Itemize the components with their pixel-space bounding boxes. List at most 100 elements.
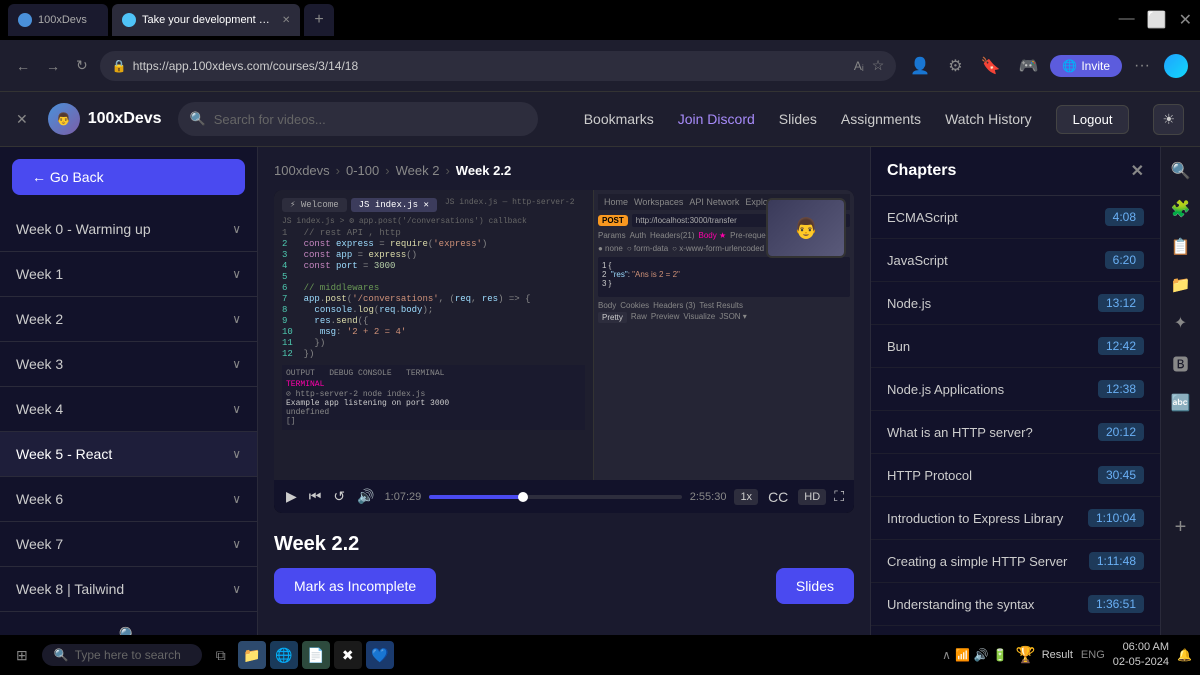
chapter-item-ecmascript[interactable]: ECMAScript 4:08: [871, 196, 1160, 239]
tray-wifi[interactable]: 📶: [955, 648, 970, 662]
header-nav: Bookmarks Join Discord Slides Assignment…: [584, 104, 1184, 135]
breadcrumb-week2[interactable]: Week 2: [396, 163, 440, 178]
url-input[interactable]: 🔒 https://app.100xdevs.com/courses/3/14/…: [100, 51, 897, 81]
logo-text: 100xDevs: [88, 110, 162, 128]
theme-toggle-button[interactable]: ☀: [1153, 104, 1184, 135]
rs-collections-icon[interactable]: 📁: [1165, 269, 1197, 301]
chapter-item-http-protocol[interactable]: HTTP Protocol 30:45: [871, 454, 1160, 497]
sidebar-item-week2[interactable]: Week 2 ∨: [0, 297, 257, 342]
chapter-item-syntax[interactable]: Understanding the syntax 1:36:51: [871, 583, 1160, 626]
logo-close-x[interactable]: ✕: [16, 111, 28, 128]
sidebar-item-week0[interactable]: Week 0 - Warming up ∨: [0, 207, 257, 252]
taskbar-app-notepad[interactable]: 📄: [302, 641, 330, 669]
tab2-close[interactable]: ✕: [282, 15, 290, 26]
sidebar-item-week6[interactable]: Week 6 ∨: [0, 477, 257, 522]
notification-btn[interactable]: 🔔: [1177, 648, 1192, 662]
browser-chrome: 100xDevs Take your development skills fr…: [0, 0, 1200, 675]
chapter-item-simple-server[interactable]: Creating a simple HTTP Server 1:11:48: [871, 540, 1160, 583]
browser-tab-2[interactable]: Take your development skills fro... ✕: [112, 4, 300, 36]
result-label: Result: [1042, 649, 1073, 661]
breadcrumb-root[interactable]: 100xdevs: [274, 163, 330, 178]
back-btn[interactable]: ←: [12, 54, 34, 78]
logout-button[interactable]: Logout: [1056, 105, 1130, 134]
breadcrumb-0-100[interactable]: 0-100: [346, 163, 379, 178]
nav-slides[interactable]: Slides: [779, 111, 817, 127]
extension-icon[interactable]: ⚙: [942, 54, 968, 78]
week5-label: Week 5 - React: [16, 446, 112, 462]
chapter-time: 30:45: [1098, 466, 1144, 484]
progress-bar[interactable]: [429, 495, 681, 499]
edge-sidebar-icon[interactable]: [1164, 54, 1188, 78]
chapter-item-bun[interactable]: Bun 12:42: [871, 325, 1160, 368]
taskbar-app-vscode[interactable]: 💙: [366, 641, 394, 669]
rs-bing-icon[interactable]: 🅱: [1166, 345, 1194, 381]
chapter-name: Node.js: [887, 296, 931, 311]
invite-button[interactable]: 🌐 Invite: [1050, 55, 1122, 77]
chapter-item-express[interactable]: Introduction to Express Library 1:10:04: [871, 497, 1160, 540]
rs-history-icon[interactable]: 📋: [1165, 231, 1197, 263]
rewind-btn[interactable]: ↺: [331, 486, 347, 507]
rs-add-icon[interactable]: +: [1169, 510, 1193, 545]
sidebar-item-week1[interactable]: Week 1 ∨: [0, 252, 257, 297]
quality-button[interactable]: HD: [798, 489, 826, 505]
star-icon[interactable]: ☆: [872, 57, 885, 74]
rs-translate-icon[interactable]: 🔤: [1165, 387, 1197, 419]
nav-assignments[interactable]: Assignments: [841, 111, 921, 127]
chapter-item-nodejs-apps[interactable]: Node.js Applications 12:38: [871, 368, 1160, 411]
close-btn[interactable]: ✕: [1179, 10, 1192, 30]
chapters-header: Chapters ✕: [871, 147, 1160, 196]
nav-watch-history[interactable]: Watch History: [945, 111, 1032, 127]
profile-icon[interactable]: 👤: [904, 54, 936, 78]
taskbar-app-explorer[interactable]: 📁: [238, 641, 266, 669]
sidebar-item-week5[interactable]: Week 5 - React ∨: [0, 432, 257, 477]
chapter-time: 1:10:04: [1088, 509, 1144, 527]
slides-button[interactable]: Slides: [776, 568, 854, 604]
speed-button[interactable]: 1x: [734, 489, 758, 505]
chapter-item-javascript[interactable]: JavaScript 6:20: [871, 239, 1160, 282]
subtitle-icon[interactable]: CC: [766, 487, 790, 507]
go-back-button[interactable]: ← Go Back: [12, 159, 245, 195]
minimize-btn[interactable]: —: [1119, 10, 1135, 30]
sidebar-item-week3[interactable]: Week 3 ∨: [0, 342, 257, 387]
header-search[interactable]: 🔍 Search for videos...: [178, 102, 538, 136]
taskview-btn[interactable]: ⧉: [208, 643, 234, 668]
chapter-name: Bun: [887, 339, 910, 354]
nav-bookmarks[interactable]: Bookmarks: [584, 111, 654, 127]
chapter-time: 1:36:51: [1088, 595, 1144, 613]
mark-incomplete-button[interactable]: Mark as Incomplete: [274, 568, 436, 604]
rs-search-icon[interactable]: 🔍: [1165, 155, 1197, 187]
win-search-bar[interactable]: 🔍 Type here to search: [42, 644, 202, 666]
address-bar: ← → ↻ 🔒 https://app.100xdevs.com/courses…: [0, 40, 1200, 92]
chapters-close-button[interactable]: ✕: [1131, 161, 1144, 181]
gamingicon[interactable]: 🎮: [1012, 54, 1044, 78]
rs-copilot-icon[interactable]: ✦: [1168, 307, 1193, 339]
chapter-item-http-server[interactable]: What is an HTTP server? 20:12: [871, 411, 1160, 454]
nav-join-discord[interactable]: Join Discord: [678, 111, 755, 127]
rs-extensions-icon[interactable]: 🧩: [1165, 193, 1197, 225]
video-player: ⚡ Welcome JS index.js ✕ JS index.js — ht…: [274, 190, 854, 513]
tray-chevron[interactable]: ∧: [942, 648, 951, 662]
tray-battery[interactable]: 🔋: [993, 648, 1008, 662]
more-options-btn[interactable]: ···: [1128, 55, 1156, 77]
play-button[interactable]: ▶: [284, 486, 299, 507]
fullscreen-button[interactable]: ⛶: [834, 488, 844, 505]
chapter-item-nodejs[interactable]: Node.js 13:12: [871, 282, 1160, 325]
new-tab-btn[interactable]: +: [304, 4, 333, 36]
taskbar-app-edge[interactable]: 🌐: [270, 641, 298, 669]
refresh-btn[interactable]: ↻: [72, 53, 92, 78]
sidebar-item-week4[interactable]: Week 4 ∨: [0, 387, 257, 432]
forward-btn[interactable]: →: [42, 54, 64, 78]
maximize-btn[interactable]: ⬜: [1147, 10, 1167, 30]
app-body: ← Go Back Week 0 - Warming up ∨ Week 1 ∨…: [0, 147, 1200, 675]
tab2-label: Take your development skills fro...: [142, 14, 272, 26]
taskbar-app-x[interactable]: ✖: [334, 641, 362, 669]
collections-icon[interactable]: 🔖: [975, 54, 1007, 78]
sidebar-item-week8[interactable]: Week 8 | Tailwind ∨: [0, 567, 257, 612]
start-button[interactable]: ⊞: [8, 643, 36, 668]
tray-volume[interactable]: 🔊: [974, 648, 989, 662]
chapter-name: Node.js Applications: [887, 382, 1004, 397]
browser-tab-1[interactable]: 100xDevs: [8, 4, 108, 36]
sidebar-item-week7[interactable]: Week 7 ∨: [0, 522, 257, 567]
week7-label: Week 7: [16, 536, 63, 552]
skip-back-btn[interactable]: ⏮: [307, 486, 324, 507]
